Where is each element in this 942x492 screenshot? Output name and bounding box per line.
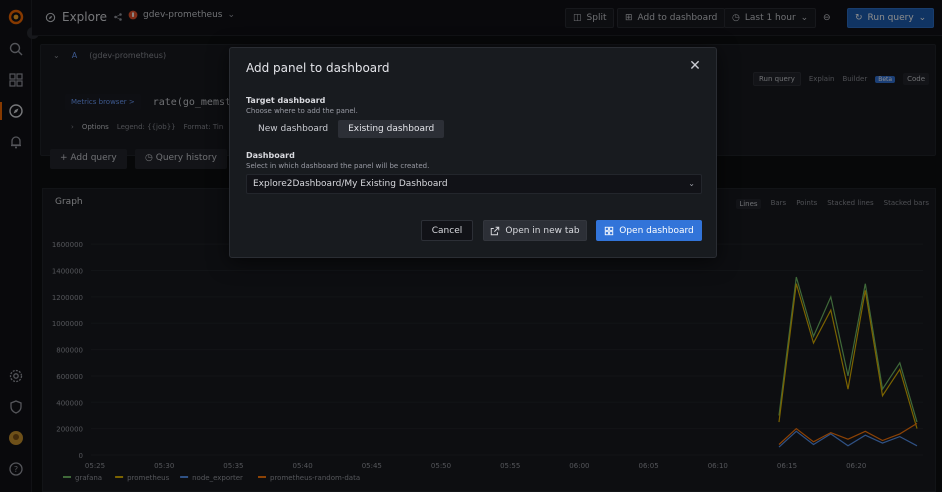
open-dashboard-label: Open dashboard (619, 225, 694, 236)
new-dashboard-option[interactable]: New dashboard (248, 120, 338, 138)
existing-dashboard-option[interactable]: Existing dashboard (338, 120, 445, 138)
dashboard-select[interactable]: Explore2Dashboard/My Existing Dashboard … (246, 174, 702, 194)
close-icon[interactable]: ✕ (688, 58, 702, 74)
target-radio-group: New dashboard Existing dashboard (248, 120, 445, 138)
open-dashboard-button[interactable]: Open dashboard (596, 220, 702, 241)
dashboard-label: Dashboard (246, 151, 295, 160)
cancel-label: Cancel (431, 225, 463, 236)
dashboard-desc: Select in which dashboard the panel will… (246, 162, 430, 170)
cancel-button[interactable]: Cancel (421, 220, 473, 241)
chevron-down-icon: ⌄ (688, 179, 695, 188)
external-link-icon (491, 226, 500, 235)
apps-icon (605, 226, 614, 235)
dashboard-select-value: Explore2Dashboard/My Existing Dashboard (253, 179, 448, 189)
open-in-new-tab-button[interactable]: Open in new tab (483, 220, 587, 241)
target-dashboard-desc: Choose where to add the panel. (246, 107, 358, 115)
add-panel-modal: Add panel to dashboard ✕ Target dashboar… (229, 47, 717, 258)
target-dashboard-label: Target dashboard (246, 96, 326, 105)
open-in-new-tab-label: Open in new tab (505, 225, 580, 236)
modal-title: Add panel to dashboard (246, 61, 390, 75)
